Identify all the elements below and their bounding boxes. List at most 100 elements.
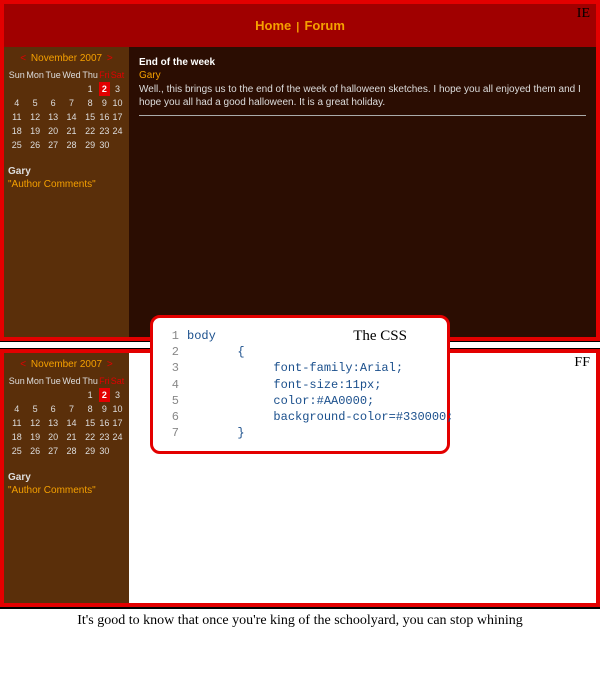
sidebar-author: Gary "Author Comments"	[8, 166, 125, 190]
author-comments-link[interactable]: "Author Comments"	[8, 485, 125, 496]
cal-day[interactable]: 5	[26, 402, 45, 416]
cal-day[interactable]: 29	[82, 444, 99, 458]
author-comments-link[interactable]: "Author Comments"	[8, 179, 125, 190]
top-nav: Home | Forum	[4, 4, 596, 47]
css-code: color:#AA0000;	[187, 394, 374, 408]
cal-day[interactable]: 1	[82, 388, 99, 402]
cal-day[interactable]: 29	[82, 138, 99, 152]
cal-day[interactable]: 28	[61, 444, 81, 458]
nav-home-link[interactable]: Home	[255, 18, 291, 33]
cal-day[interactable]: 12	[26, 110, 45, 124]
cal-day[interactable]: 19	[26, 430, 45, 444]
css-code: font-size:11px;	[187, 378, 381, 392]
cal-day[interactable]: 6	[45, 96, 62, 110]
css-code: body	[187, 329, 216, 343]
cal-day[interactable]: 8	[82, 96, 99, 110]
cal-day[interactable]: 4	[8, 96, 26, 110]
lineno: 5	[165, 393, 179, 409]
cal-day[interactable]: 25	[8, 444, 26, 458]
cal-day[interactable]: 20	[45, 430, 62, 444]
calendar-row: 18192021222324	[8, 430, 125, 444]
cal-day[interactable]: 9	[99, 402, 111, 416]
cal-day[interactable]: 11	[8, 416, 26, 430]
cal-day[interactable]: 14	[61, 416, 81, 430]
cal-day[interactable]: 14	[61, 110, 81, 124]
cal-day[interactable]: 4	[8, 402, 26, 416]
cal-prev-arrow[interactable]: <	[18, 359, 28, 370]
cal-day[interactable]: 11	[8, 110, 26, 124]
cal-day[interactable]: 7	[61, 402, 81, 416]
cal-day[interactable]: 20	[45, 124, 62, 138]
cal-day[interactable]	[26, 388, 45, 402]
cal-day[interactable]: 25	[8, 138, 26, 152]
cal-day[interactable]	[61, 388, 81, 402]
cal-day[interactable]: 3	[110, 388, 125, 402]
cal-next-arrow[interactable]: >	[105, 53, 115, 64]
sidebar-author: Gary "Author Comments"	[8, 472, 125, 496]
cal-day[interactable]	[26, 82, 45, 96]
cal-day[interactable]: 30	[99, 138, 111, 152]
cal-day-selected[interactable]: 2	[99, 82, 111, 96]
calendar-row: 18192021222324	[8, 124, 125, 138]
cal-day[interactable]: 23	[99, 124, 111, 138]
cal-day[interactable]: 5	[26, 96, 45, 110]
cal-day-selected[interactable]: 2	[99, 388, 111, 402]
cal-day[interactable]: 8	[82, 402, 99, 416]
cal-day[interactable]	[61, 82, 81, 96]
calendar-row: 123	[8, 388, 125, 402]
cal-day[interactable]: 24	[110, 430, 125, 444]
cal-day[interactable]: 16	[99, 416, 111, 430]
nav-forum-link[interactable]: Forum	[304, 18, 344, 33]
sidebar: < November 2007 > Sun Mon Tue Wed Thu Fr…	[4, 47, 129, 337]
cal-day[interactable]: 21	[61, 430, 81, 444]
cal-day[interactable]: 15	[82, 416, 99, 430]
dow: Mon	[26, 374, 45, 388]
cal-day[interactable]	[45, 388, 62, 402]
cal-day[interactable]: 10	[110, 402, 125, 416]
cal-day[interactable]: 7	[61, 96, 81, 110]
cal-day[interactable]: 26	[26, 444, 45, 458]
cal-day[interactable]: 27	[45, 138, 62, 152]
cal-day[interactable]: 24	[110, 124, 125, 138]
cal-day[interactable]: 13	[45, 110, 62, 124]
cal-day[interactable]: 27	[45, 444, 62, 458]
cal-day[interactable]: 9	[99, 96, 111, 110]
cal-day[interactable]: 3	[110, 82, 125, 96]
cal-day[interactable]: 12	[26, 416, 45, 430]
cal-day[interactable]: 18	[8, 430, 26, 444]
cal-day[interactable]	[110, 444, 125, 458]
cal-day[interactable]: 16	[99, 110, 111, 124]
cal-day[interactable]: 28	[61, 138, 81, 152]
cal-day[interactable]: 10	[110, 96, 125, 110]
dow: Thu	[82, 374, 99, 388]
dow: Tue	[45, 374, 62, 388]
cal-day[interactable]: 17	[110, 416, 125, 430]
cal-day[interactable]: 30	[99, 444, 111, 458]
css-code: }	[187, 426, 245, 440]
cal-day[interactable]: 22	[82, 430, 99, 444]
cal-day[interactable]: 15	[82, 110, 99, 124]
cal-day[interactable]	[8, 388, 26, 402]
cal-day[interactable]	[110, 138, 125, 152]
cal-day[interactable]	[45, 82, 62, 96]
cal-day[interactable]: 18	[8, 124, 26, 138]
cal-day[interactable]: 26	[26, 138, 45, 152]
cal-day[interactable]: 23	[99, 430, 111, 444]
content-layout: < November 2007 > Sun Mon Tue Wed Thu Fr…	[4, 47, 596, 337]
cal-day[interactable]: 1	[82, 82, 99, 96]
cal-day[interactable]: 21	[61, 124, 81, 138]
cal-day[interactable]: 6	[45, 402, 62, 416]
cal-prev-arrow[interactable]: <	[18, 53, 28, 64]
cal-day[interactable]: 13	[45, 416, 62, 430]
calendar-row: 11121314151617	[8, 110, 125, 124]
cal-day[interactable]: 19	[26, 124, 45, 138]
dow: Fri	[99, 374, 111, 388]
cal-day[interactable]: 22	[82, 124, 99, 138]
main-content: End of the week Gary Well., this brings …	[129, 47, 596, 337]
post-author: Gary	[139, 70, 586, 81]
lineno: 2	[165, 344, 179, 360]
calendar-dow-row: Sun Mon Tue Wed Thu Fri Sat	[8, 68, 125, 82]
cal-day[interactable]: 17	[110, 110, 125, 124]
cal-next-arrow[interactable]: >	[105, 359, 115, 370]
cal-day[interactable]	[8, 82, 26, 96]
